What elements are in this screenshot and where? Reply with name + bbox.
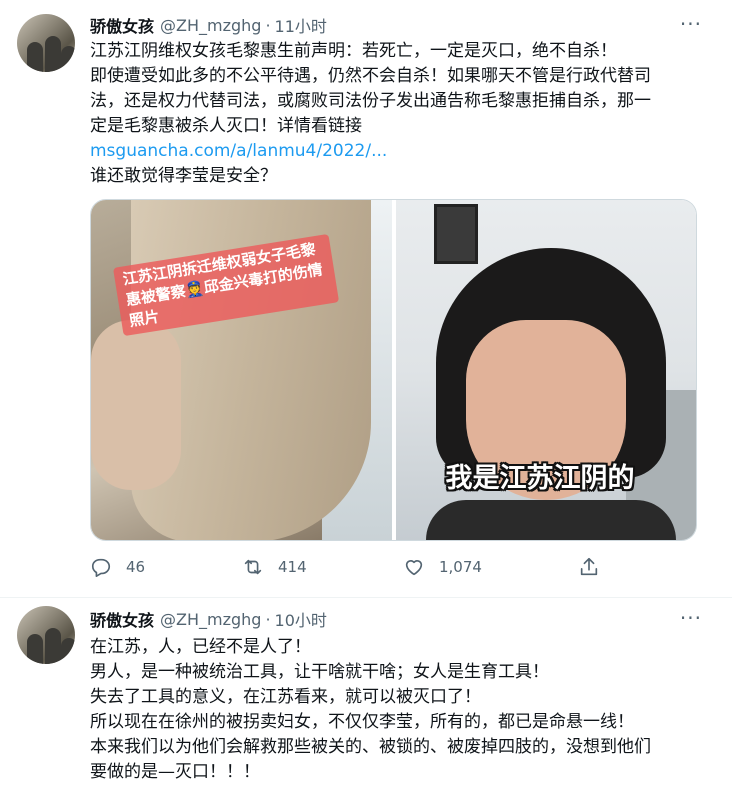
tweet-time[interactable]: 10小时 xyxy=(275,607,327,631)
tweet-line: 本来我们以为他们会解救那些被关的、被锁的、被废掉四肢的，没想到他们 xyxy=(90,737,651,757)
tweet-link[interactable]: msguancha.com/a/lanmu4/2022/... xyxy=(90,141,387,161)
retweet-button[interactable]: 414 xyxy=(242,556,307,578)
tweet-header: 骄傲女孩 @ZH_mzghg · 10小时 xyxy=(90,607,327,631)
author-handle[interactable]: @ZH_mzghg xyxy=(160,16,261,35)
image-caption-right: 我是江苏江阴的 xyxy=(445,463,635,494)
separator-dot: · xyxy=(265,15,271,35)
tweet-line: 即使遭受如此多的不公平待遇，仍然不会自杀！如果哪天不管是行政代替司 xyxy=(90,66,651,86)
author-name[interactable]: 骄傲女孩 xyxy=(90,607,154,631)
tweet-2[interactable]: 骄傲女孩 @ZH_mzghg · 10小时 ··· 在江苏，人，已经不是人了！ … xyxy=(0,598,732,790)
tweet-line: 法，还是权力代替司法，或腐败司法份子发出通告称毛黎惠拒捕自杀，那一 xyxy=(90,91,651,111)
more-icon[interactable]: ··· xyxy=(680,606,702,630)
tweet-line: 谁还敢觉得李莹是安全？ xyxy=(90,166,277,186)
avatar[interactable] xyxy=(17,606,75,664)
tweet-line: 失去了工具的意义，在江苏看来，就可以被灭口了！ xyxy=(90,687,481,707)
share-icon xyxy=(580,557,598,576)
retweet-icon xyxy=(244,559,262,575)
like-button[interactable]: 1,074 xyxy=(403,556,482,578)
action-bar: 46 414 1,074 xyxy=(90,556,610,584)
like-count: 1,074 xyxy=(439,558,482,576)
tweet-text: 在江苏，人，已经不是人了！ 男人，是一种被统治工具，让干啥就干啥；女人是生育工具… xyxy=(90,635,710,785)
tweet-1[interactable]: 骄傲女孩 @ZH_mzghg · 11小时 ··· 江苏江阴维权女孩毛黎惠生前声… xyxy=(0,0,732,598)
tweet-header: 骄傲女孩 @ZH_mzghg · 11小时 xyxy=(90,13,327,37)
separator-dot: · xyxy=(265,609,271,629)
author-name[interactable]: 骄傲女孩 xyxy=(90,13,154,37)
media-image-right[interactable]: 我是江苏江阴的 xyxy=(395,200,696,540)
tweet-line: 要做的是—灭口！！！ xyxy=(90,762,260,782)
more-icon[interactable]: ··· xyxy=(680,12,702,36)
tweet-line: 定是毛黎惠被杀人灭口！详情看链接 xyxy=(90,116,362,136)
tweet-line: 在江苏，人，已经不是人了！ xyxy=(90,637,311,657)
retweet-count: 414 xyxy=(278,558,307,576)
tweet-time[interactable]: 11小时 xyxy=(275,13,327,37)
reply-icon xyxy=(91,558,111,577)
tweet-line: 男人，是一种被统治工具，让干啥就干啥；女人是生育工具！ xyxy=(90,662,549,682)
avatar[interactable] xyxy=(17,14,75,72)
media-grid: 江苏江阴拆迁维权弱女子毛黎惠被警察👮邱金兴毒打的伤情照片 我是江苏江阴的 xyxy=(90,199,697,541)
author-handle[interactable]: @ZH_mzghg xyxy=(160,610,261,629)
reply-count: 46 xyxy=(126,558,146,576)
reply-button[interactable]: 46 xyxy=(90,556,145,578)
tweet-line: 所以现在在徐州的被拐卖妇女，不仅仅李莹，所有的，都已是命悬一线！ xyxy=(90,712,634,732)
share-button[interactable] xyxy=(578,556,600,578)
tweet-line: 江苏江阴维权女孩毛黎惠生前声明：若死亡，一定是灭口，绝不自杀！ xyxy=(90,41,617,61)
tweet-text: 江苏江阴维权女孩毛黎惠生前声明：若死亡，一定是灭口，绝不自杀！ 即使遭受如此多的… xyxy=(90,39,710,189)
like-icon xyxy=(405,560,423,576)
media-image-left[interactable]: 江苏江阴拆迁维权弱女子毛黎惠被警察👮邱金兴毒打的伤情照片 xyxy=(91,200,392,540)
